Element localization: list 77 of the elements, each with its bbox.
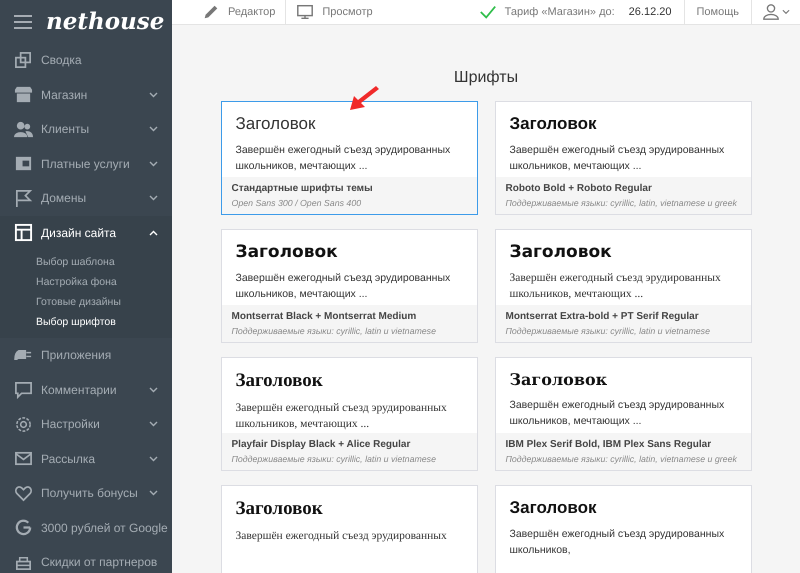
tariff-date: 26.12.20: [628, 6, 672, 18]
heading-sample: Заголовок: [236, 114, 316, 134]
layout-icon: [14, 223, 33, 242]
people-icon: [14, 120, 33, 139]
text-sample: Завершён ежегодный съезд эрудированных школьников, мечтающих ...: [510, 398, 726, 429]
sidebar-item[interactable]: Скидки от партнеров: [0, 545, 172, 573]
font-pair-title: Playfair Display Black + Alice Regular: [232, 439, 412, 450]
logo[interactable]: nethouse: [46, 8, 164, 35]
text-sample: Завершён ежегодный съезд эрудированных школьников, мечтающих ...: [236, 271, 452, 302]
heading-sample: Заголовок: [236, 498, 324, 520]
sidebar-item[interactable]: Приложения: [0, 338, 172, 372]
text-sample: Завершён ежегодный съезд эрудированных школьников,: [510, 527, 726, 558]
editor-link[interactable]: Редактор: [228, 6, 276, 18]
heading-sample: Заголовок: [510, 114, 598, 134]
help-link[interactable]: Помощь: [684, 0, 752, 24]
pencil-icon: [202, 3, 220, 21]
sidebar-item[interactable]: 3000 рублей от Google: [0, 510, 172, 545]
plug-icon: [14, 350, 33, 360]
font-pair-note: Поддерживаемые языки: cyrillic, latin, vietnamese и greek: [506, 454, 738, 464]
heading-sample: Заголовок: [236, 370, 324, 392]
shop-icon: [14, 85, 33, 104]
font-card[interactable]: Заголовок Завершён ежегодный съезд эрудированных школьников, мечтающих ... Roboto Bold + Roboto Regular Поддерживаемые языки: cyrillic, latin, vietnamese и greek: [494, 101, 752, 215]
submenu-item[interactable]: Выбор шаблона: [36, 252, 172, 272]
text-sample: Завершён ежегодный съезд эрудированных школьников, мечтающих ...: [236, 401, 448, 432]
text-sample: Завершён ежегодный съезд эрудированных школьников, мечтающих ...: [236, 143, 452, 174]
page-title: Шрифты: [452, 69, 520, 87]
font-pair-title: Montserrat Black + Montserrat Medium: [232, 311, 418, 322]
sidebar-item[interactable]: Настройки: [0, 407, 172, 442]
submenu-item[interactable]: Выбор шрифтов: [36, 312, 172, 332]
sidebar-item[interactable]: Дизайн сайта: [0, 216, 172, 250]
font-pair-note: Поддерживаемые языки: cyrillic, latin и vietnamese: [232, 326, 437, 336]
submenu-item[interactable]: Настройка фона: [36, 272, 172, 292]
sidebar-item[interactable]: Рассылка: [0, 442, 172, 476]
sidebar-item[interactable]: Получить бонусы: [0, 476, 172, 510]
user-icon: [762, 3, 780, 21]
sidebar-item[interactable]: Магазин: [0, 78, 172, 112]
font-pair-title: Roboto Bold + Roboto Regular: [506, 183, 653, 194]
heading-sample: Заголовок: [236, 242, 339, 262]
chat-icon: [14, 380, 33, 400]
tariff-label: Тариф «Магазин» до:: [504, 6, 615, 18]
flag-icon: [14, 188, 33, 208]
sidebar-item[interactable]: Клиенты: [0, 112, 172, 146]
submenu-item[interactable]: Готовые дизайны: [36, 292, 172, 312]
monitor-icon: [296, 3, 314, 21]
font-pair-note: Поддерживаемые языки: cyrillic, latin, vietnamese и greek: [506, 198, 738, 208]
font-card[interactable]: Заголовок Завершён ежегодный съезд эрудированных школьников,: [494, 485, 752, 573]
heading-sample: Заголовок: [510, 370, 608, 389]
preview-link[interactable]: Просмотр: [322, 6, 373, 18]
arrow-icon: [348, 86, 380, 112]
menu-icon[interactable]: [14, 14, 32, 28]
font-card[interactable]: Заголовок Завершён ежегодный съезд эрудированных школьников, мечтающих ... Playfair Display Black + Alice Regular Поддерживаемые языки: cyrillic, latin и vietnamese: [220, 357, 478, 471]
heading-sample: Заголовок: [510, 242, 613, 262]
font-pair-title: Стандартные шрифты темы: [232, 183, 374, 194]
check-icon: [478, 3, 497, 21]
font-pair-title: IBM Plex Serif Bold, IBM Plex Sans Regular: [506, 439, 712, 450]
font-pair-note: Open Sans 300 / Open Sans 400: [232, 198, 362, 208]
font-pair-note: Поддерживаемые языки: cyrillic, latin и vietnamese: [232, 454, 437, 464]
font-pair-title: Montserrat Extra-bold + PT Serif Regular: [506, 311, 700, 322]
settings-icon: [14, 414, 33, 434]
font-card[interactable]: Заголовок Завершён ежегодный съезд эрудированных школьников, мечтающих ... IBM Plex Serif Bold, IBM Plex Sans Regular Поддерживаемые языки: cyrillic, latin, vietnamese и greek: [494, 357, 752, 471]
font-card[interactable]: Заголовок Завершён ежегодный съезд эрудированных школьников, мечтающих ... Montserrat Extra-bold + PT Serif Regular Поддерживаемые языки: cyrillic, latin и vietnamese: [494, 229, 752, 343]
text-sample: Завершён ежегодный съезд эрудированных: [236, 529, 448, 544]
heading-sample: Заголовок: [510, 498, 598, 518]
font-card[interactable]: Заголовок Завершён ежегодный съезд эрудированных школьников, мечтающих ... Стандартные шрифты темы Open Sans 300 / Open Sans 400: [220, 101, 478, 215]
text-sample: Завершён ежегодный съезд эрудированных школьников, мечтающих ...: [510, 271, 722, 302]
caret-icon: [782, 9, 790, 15]
font-pair-note: Поддерживаемые языки: cyrillic, latin и vietnamese: [506, 326, 711, 336]
sidebar-item[interactable]: Платные услуги: [0, 146, 172, 181]
font-card[interactable]: Заголовок Завершён ежегодный съезд эрудированных: [220, 485, 478, 573]
sidebar-item[interactable]: Домены: [0, 181, 172, 216]
font-card[interactable]: Заголовок Завершён ежегодный съезд эрудированных школьников, мечтающих ... Montserrat Black + Montserrat Medium Поддерживаемые языки: cyrillic, latin и vietnamese: [220, 229, 478, 343]
sidebar-item[interactable]: Сводка: [0, 43, 172, 78]
g-letter-icon: [14, 518, 33, 538]
heart-icon: [14, 484, 33, 503]
sidebar-item[interactable]: Комментарии: [0, 372, 172, 407]
squares-icon: [14, 50, 33, 70]
text-sample: Завершён ежегодный съезд эрудированных школьников, мечтающих ...: [510, 143, 726, 174]
